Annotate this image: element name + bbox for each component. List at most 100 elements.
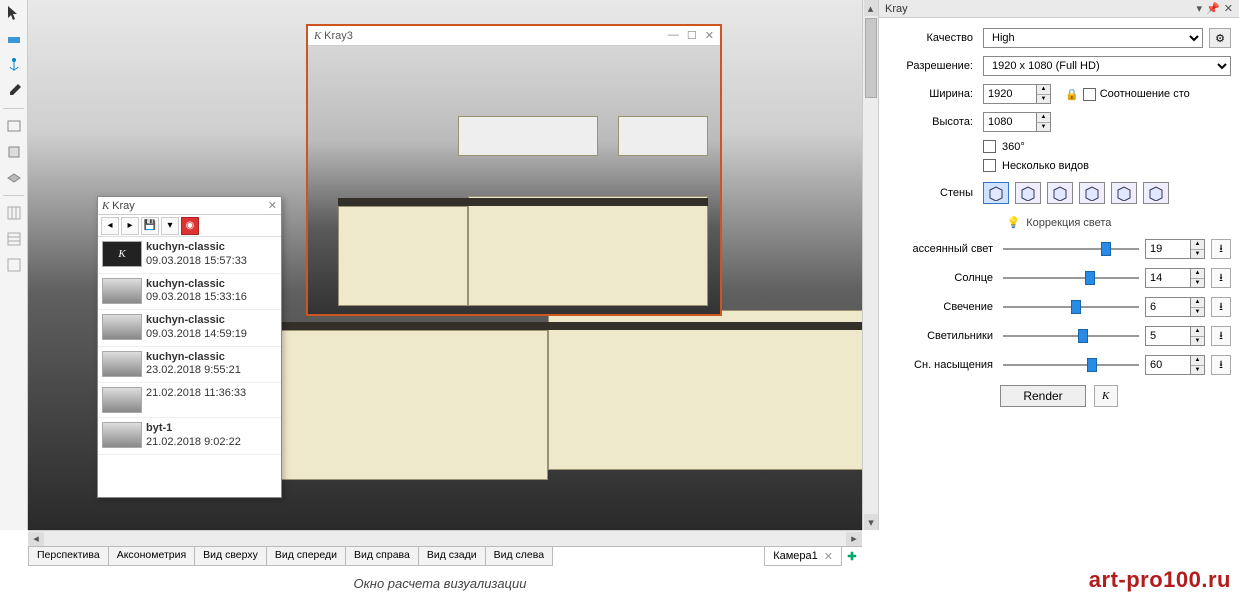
tab-right[interactable]: Вид справа [346,547,419,566]
slider-sun-value[interactable] [1145,268,1191,288]
add-view-button[interactable]: ✚ [842,547,862,566]
tool-anchor[interactable] [3,54,25,76]
reset-icon[interactable]: ⭳ [1211,297,1231,317]
wall-view-2[interactable] [1015,182,1041,204]
reset-icon[interactable]: ⭳ [1211,355,1231,375]
tb-btn-next[interactable]: ▸ [121,217,139,235]
cb-360-checkbox[interactable] [983,140,996,153]
render-list-items[interactable]: Kkuchyn-classic09.03.2018 15:57:33 kuchy… [98,237,281,495]
multi-views-checkbox[interactable] [983,159,996,172]
width-stepper[interactable]: ▲▼ [983,84,1051,104]
viewport-vscroll[interactable]: ▴ ▾ [862,0,878,530]
tab-top[interactable]: Вид сверху [195,547,267,566]
aspect-ratio-label: Соотношение сто [1100,88,1190,100]
render-button[interactable]: Render [1000,385,1085,407]
pin-icon[interactable]: 📌 [1206,2,1220,15]
tb-btn-save[interactable]: 💾 [141,217,159,235]
scroll-right-icon[interactable]: ▸ [846,532,862,546]
lock-icon[interactable]: 🔒 [1065,88,1079,101]
toolbar-separator [3,195,25,196]
wall-view-3[interactable] [1047,182,1073,204]
tab-front[interactable]: Вид спереди [267,547,346,566]
slider-ambient[interactable] [1003,240,1139,258]
list-item[interactable]: kuchyn-classic09.03.2018 15:33:16 [98,274,281,311]
wall-view-4[interactable] [1079,182,1105,204]
render-preview-titlebar[interactable]: K Kray3 — ☐ ✕ [308,26,720,46]
tb-btn-stop[interactable]: ◉ [181,217,199,235]
scroll-left-icon[interactable]: ◂ [28,532,44,546]
quality-select[interactable]: High [983,28,1203,48]
wall-view-1[interactable] [983,182,1009,204]
tool-grid-a[interactable] [3,202,25,224]
render-list-titlebar[interactable]: K Kray ✕ [98,197,281,215]
slider-glow[interactable] [1003,298,1139,316]
scroll-down-icon[interactable]: ▾ [864,514,878,530]
wall-view-6[interactable] [1143,182,1169,204]
wall-view-5[interactable] [1111,182,1137,204]
tb-btn-more[interactable]: ▾ [161,217,179,235]
slider-label-ambient: ассеянный свет [887,243,997,255]
height-stepper[interactable]: ▲▼ [983,112,1051,132]
step-up-icon[interactable]: ▲ [1037,85,1050,95]
tool-box[interactable] [3,141,25,163]
tool-grid-b[interactable] [3,228,25,250]
viewport-hscroll[interactable]: ◂ ▸ [28,530,862,546]
list-item[interactable]: Kkuchyn-classic09.03.2018 15:57:33 [98,237,281,274]
kray-panel: Kray ▾ 📌 ✕ Качество High ⚙ Разрешение: 1… [878,0,1239,530]
list-item[interactable]: kuchyn-classic09.03.2018 14:59:19 [98,310,281,347]
close-icon[interactable]: ✕ [268,199,277,212]
scroll-thumb[interactable] [865,18,877,98]
resolution-select[interactable]: 1920 x 1080 (Full HD) [983,56,1231,76]
watermark: art-pro100.ru [1089,567,1231,593]
tab-left[interactable]: Вид слева [486,547,553,566]
close-icon[interactable]: ✕ [824,550,833,563]
render-preview-window[interactable]: K Kray3 — ☐ ✕ [306,24,722,316]
tab-axonometry[interactable]: Аксонометрия [109,547,195,566]
step-down-icon[interactable]: ▼ [1037,123,1050,132]
slider-sun[interactable] [1003,269,1139,287]
tab-perspective[interactable]: Перспектива [28,547,109,566]
list-item[interactable]: 21.02.2018 11:36:33 [98,383,281,418]
multi-views-label: Несколько видов [1002,160,1089,172]
reset-icon[interactable]: ⭳ [1211,268,1231,288]
slider-lamps[interactable] [1003,327,1139,345]
main-viewport[interactable]: K Kray3 — ☐ ✕ K Kray ✕ ◂ ▸ 💾 ▾ ◉ [28,0,862,530]
tool-shape[interactable] [3,115,25,137]
tab-back[interactable]: Вид сзади [419,547,486,566]
close-icon[interactable]: ✕ [1224,2,1233,15]
walls-label: Стены [887,187,977,199]
kray-panel-title: Kray [885,3,908,15]
close-icon[interactable]: ✕ [705,29,714,42]
dropdown-icon[interactable]: ▾ [1197,2,1203,15]
tool-layer[interactable] [3,167,25,189]
reset-icon[interactable]: ⭳ [1211,326,1231,346]
quality-settings-button[interactable]: ⚙ [1209,28,1231,48]
render-list-panel[interactable]: K Kray ✕ ◂ ▸ 💾 ▾ ◉ Kkuchyn-classic09.03.… [97,196,282,498]
tb-btn-prev[interactable]: ◂ [101,217,119,235]
kray-panel-header[interactable]: Kray ▾ 📌 ✕ [879,0,1239,18]
list-item[interactable]: byt-121.02.2018 9:02:22 [98,418,281,455]
tool-select[interactable] [3,2,25,24]
kray-icon: K [314,30,321,42]
slider-saturation-value[interactable] [1145,355,1191,375]
list-item[interactable]: kuchyn-classic23.02.2018 9:55:21 [98,347,281,384]
aspect-ratio-checkbox[interactable] [1083,88,1096,101]
slider-lamps-value[interactable] [1145,326,1191,346]
kray-extra-button[interactable]: K [1094,385,1118,407]
tool-dropper[interactable] [3,80,25,102]
slider-glow-value[interactable] [1145,297,1191,317]
scroll-up-icon[interactable]: ▴ [864,0,878,16]
tool-grid-c[interactable] [3,254,25,276]
resolution-label: Разрешение: [887,60,977,72]
maximize-icon[interactable]: ☐ [687,29,697,42]
minimize-icon[interactable]: — [668,29,679,42]
width-field[interactable] [983,84,1037,104]
height-field[interactable] [983,112,1037,132]
slider-saturation[interactable] [1003,356,1139,374]
slider-ambient-value[interactable] [1145,239,1191,259]
step-up-icon[interactable]: ▲ [1037,113,1050,123]
step-down-icon[interactable]: ▼ [1037,95,1050,104]
tool-fill[interactable] [3,28,25,50]
tab-camera[interactable]: Камера1 ✕ [764,547,842,566]
reset-icon[interactable]: ⭳ [1211,239,1231,259]
